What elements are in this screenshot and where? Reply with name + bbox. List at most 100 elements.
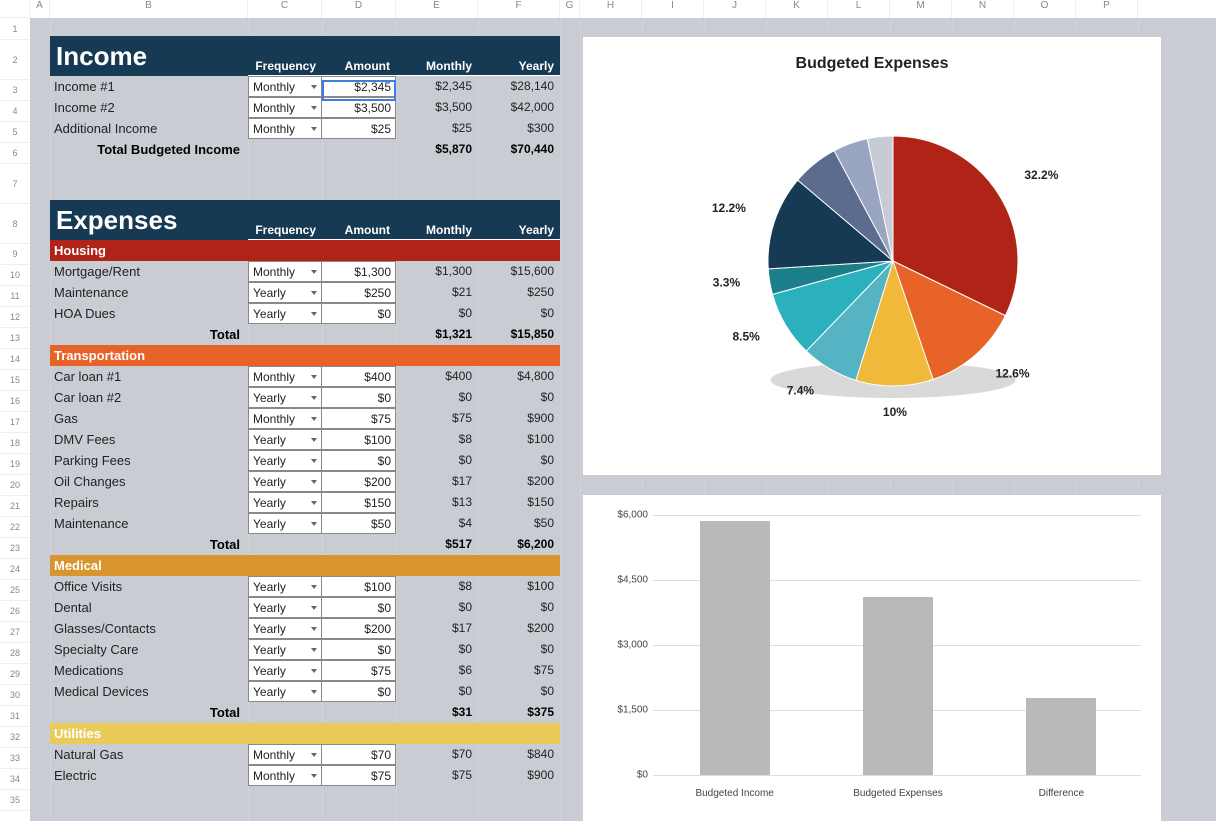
- amount-cell[interactable]: $400: [322, 366, 396, 387]
- amount-cell[interactable]: $3,500: [322, 97, 396, 118]
- frequency-dropdown[interactable]: Monthly: [248, 408, 322, 429]
- column-header-C[interactable]: C: [248, 0, 322, 18]
- frequency-dropdown[interactable]: Yearly: [248, 303, 322, 324]
- amount-cell[interactable]: $100: [322, 429, 396, 450]
- column-header-M[interactable]: M: [890, 0, 952, 18]
- column-headers[interactable]: ABCDEFGHIJKLMNOP: [30, 0, 1216, 18]
- column-header-A[interactable]: A: [30, 0, 50, 18]
- column-header-N[interactable]: N: [952, 0, 1014, 18]
- amount-cell[interactable]: $75: [322, 408, 396, 429]
- row-header-35[interactable]: 35: [0, 790, 30, 811]
- row-header-27[interactable]: 27: [0, 622, 30, 643]
- row-header-21[interactable]: 21: [0, 496, 30, 517]
- frequency-dropdown[interactable]: Monthly: [248, 744, 322, 765]
- frequency-dropdown[interactable]: Yearly: [248, 492, 322, 513]
- amount-cell[interactable]: $200: [322, 618, 396, 639]
- row-headers[interactable]: 1234567891011121314151617181920212223242…: [0, 18, 30, 811]
- amount-cell[interactable]: $75: [322, 660, 396, 681]
- row-header-34[interactable]: 34: [0, 769, 30, 790]
- column-header-B[interactable]: B: [50, 0, 248, 18]
- row-header-33[interactable]: 33: [0, 748, 30, 769]
- frequency-dropdown[interactable]: Monthly: [248, 118, 322, 139]
- frequency-dropdown[interactable]: Yearly: [248, 597, 322, 618]
- sheet-content[interactable]: IncomeFrequencyAmountMonthlyYearlyIncome…: [30, 18, 1216, 821]
- row-header-18[interactable]: 18: [0, 433, 30, 454]
- row-header-2[interactable]: 2: [0, 40, 30, 80]
- column-header-G[interactable]: G: [560, 0, 580, 18]
- frequency-dropdown[interactable]: Yearly: [248, 471, 322, 492]
- row-header-23[interactable]: 23: [0, 538, 30, 559]
- row-header-17[interactable]: 17: [0, 412, 30, 433]
- row-header-10[interactable]: 10: [0, 265, 30, 286]
- row-header-4[interactable]: 4: [0, 101, 30, 122]
- column-header-E[interactable]: E: [396, 0, 478, 18]
- frequency-dropdown[interactable]: Yearly: [248, 513, 322, 534]
- amount-cell[interactable]: $1,300: [322, 261, 396, 282]
- frequency-dropdown[interactable]: Yearly: [248, 450, 322, 471]
- row-header-31[interactable]: 31: [0, 706, 30, 727]
- row-header-7[interactable]: 7: [0, 164, 30, 204]
- column-header-F[interactable]: F: [478, 0, 560, 18]
- row-header-24[interactable]: 24: [0, 559, 30, 580]
- row-header-12[interactable]: 12: [0, 307, 30, 328]
- amount-cell[interactable]: $70: [322, 744, 396, 765]
- amount-cell[interactable]: $0: [322, 639, 396, 660]
- frequency-dropdown[interactable]: Yearly: [248, 618, 322, 639]
- frequency-dropdown[interactable]: Monthly: [248, 76, 322, 97]
- row-header-1[interactable]: 1: [0, 18, 30, 40]
- row-header-6[interactable]: 6: [0, 143, 30, 164]
- column-header-J[interactable]: J: [704, 0, 766, 18]
- amount-cell[interactable]: $0: [322, 450, 396, 471]
- row-header-29[interactable]: 29: [0, 664, 30, 685]
- frequency-dropdown[interactable]: Monthly: [248, 366, 322, 387]
- column-header-P[interactable]: P: [1076, 0, 1138, 18]
- row-header-13[interactable]: 13: [0, 328, 30, 349]
- frequency-dropdown[interactable]: Yearly: [248, 681, 322, 702]
- row-header-14[interactable]: 14: [0, 349, 30, 370]
- select-all-corner[interactable]: [0, 0, 30, 18]
- row-header-25[interactable]: 25: [0, 580, 30, 601]
- row-header-5[interactable]: 5: [0, 122, 30, 143]
- amount-cell[interactable]: $50: [322, 513, 396, 534]
- row-header-20[interactable]: 20: [0, 475, 30, 496]
- row-header-3[interactable]: 3: [0, 80, 30, 101]
- frequency-dropdown[interactable]: Monthly: [248, 97, 322, 118]
- amount-cell[interactable]: $25: [322, 118, 396, 139]
- frequency-dropdown[interactable]: Yearly: [248, 660, 322, 681]
- row-header-26[interactable]: 26: [0, 601, 30, 622]
- amount-cell[interactable]: $0: [322, 303, 396, 324]
- frequency-dropdown[interactable]: Monthly: [248, 261, 322, 282]
- row-header-15[interactable]: 15: [0, 370, 30, 391]
- amount-cell[interactable]: $2,345: [322, 76, 396, 97]
- column-header-O[interactable]: O: [1014, 0, 1076, 18]
- row-header-9[interactable]: 9: [0, 244, 30, 265]
- frequency-dropdown[interactable]: Yearly: [248, 576, 322, 597]
- row-header-28[interactable]: 28: [0, 643, 30, 664]
- frequency-dropdown[interactable]: Yearly: [248, 639, 322, 660]
- amount-cell[interactable]: $0: [322, 597, 396, 618]
- amount-cell[interactable]: $75: [322, 765, 396, 786]
- row-label: Medical Devices: [50, 681, 248, 702]
- column-header-K[interactable]: K: [766, 0, 828, 18]
- row-header-32[interactable]: 32: [0, 727, 30, 748]
- amount-cell[interactable]: $250: [322, 282, 396, 303]
- row-header-8[interactable]: 8: [0, 204, 30, 244]
- column-header-D[interactable]: D: [322, 0, 396, 18]
- row-header-22[interactable]: 22: [0, 517, 30, 538]
- frequency-dropdown[interactable]: Yearly: [248, 387, 322, 408]
- row-header-11[interactable]: 11: [0, 286, 30, 307]
- amount-cell[interactable]: $200: [322, 471, 396, 492]
- frequency-dropdown[interactable]: Yearly: [248, 429, 322, 450]
- column-header-H[interactable]: H: [580, 0, 642, 18]
- column-header-I[interactable]: I: [642, 0, 704, 18]
- amount-cell[interactable]: $100: [322, 576, 396, 597]
- column-header-L[interactable]: L: [828, 0, 890, 18]
- amount-cell[interactable]: $150: [322, 492, 396, 513]
- amount-cell[interactable]: $0: [322, 387, 396, 408]
- frequency-dropdown[interactable]: Monthly: [248, 765, 322, 786]
- row-header-30[interactable]: 30: [0, 685, 30, 706]
- frequency-dropdown[interactable]: Yearly: [248, 282, 322, 303]
- amount-cell[interactable]: $0: [322, 681, 396, 702]
- row-header-19[interactable]: 19: [0, 454, 30, 475]
- row-header-16[interactable]: 16: [0, 391, 30, 412]
